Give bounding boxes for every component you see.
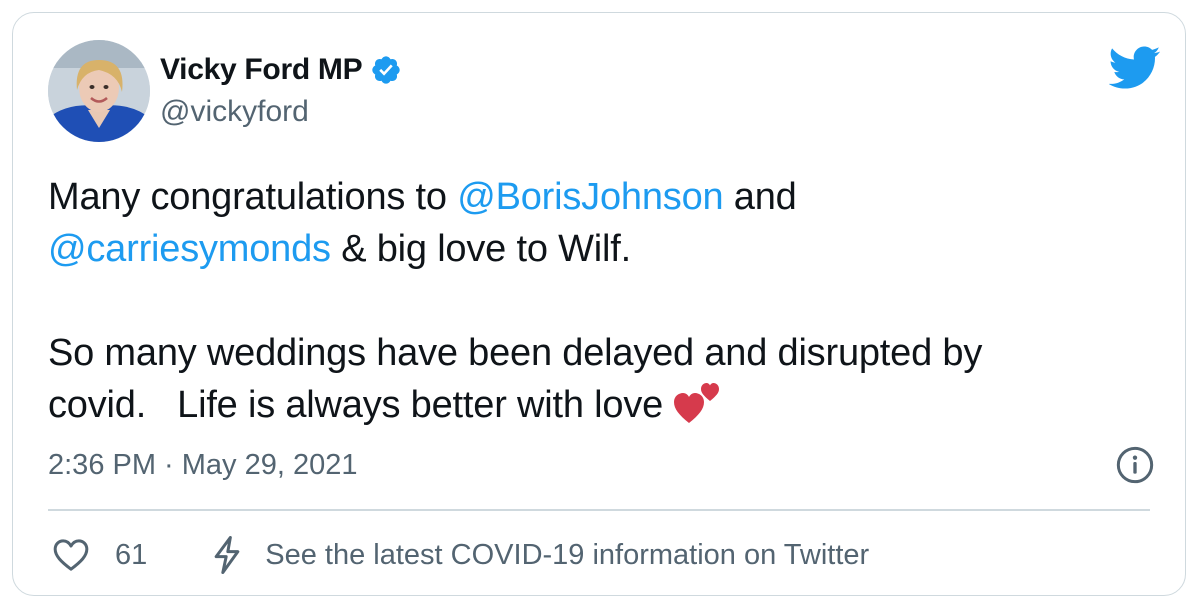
- divider: [48, 509, 1150, 511]
- tweet-line-4: covid. Life is always better with love: [48, 379, 1158, 431]
- tweet-text-segment: & big love to Wilf.: [330, 228, 631, 270]
- avatar[interactable]: [48, 40, 150, 142]
- like-count[interactable]: 61: [115, 539, 147, 572]
- mention-link-carriesymonds[interactable]: @carriesymonds: [48, 228, 331, 270]
- covid-info-link[interactable]: See the latest COVID-19 information on T…: [265, 539, 869, 572]
- tweet-text-segment: Many congratulations to: [48, 176, 458, 218]
- lightning-bolt-icon[interactable]: [209, 535, 245, 575]
- author-name-row: Vicky Ford MP: [160, 53, 402, 87]
- tweet-line-2: @carriesymonds & big love to Wilf.: [48, 223, 1158, 275]
- tweet-text-segment: covid. Life is always better with love: [48, 384, 674, 426]
- tweet-card: Vicky Ford MP @vickyford Many congratula…: [12, 12, 1186, 596]
- info-icon[interactable]: [1115, 445, 1155, 485]
- twitter-bird-icon[interactable]: [1109, 46, 1161, 90]
- author-handle[interactable]: @vickyford: [160, 95, 309, 129]
- mention-link-borisjohnson[interactable]: @BorisJohnson: [457, 176, 723, 218]
- two-hearts-emoji-icon: [674, 383, 720, 423]
- author-display-name[interactable]: Vicky Ford MP: [160, 53, 363, 87]
- tweet-text-segment: and: [723, 176, 797, 218]
- verified-badge-icon: [372, 56, 400, 84]
- tweet-timestamp[interactable]: 2:36 PM · May 29, 2021: [48, 449, 358, 482]
- heart-outline-icon[interactable]: [51, 535, 91, 575]
- tweet-line-1: Many congratulations to @BorisJohnson an…: [48, 171, 1158, 223]
- tweet-line-3: So many weddings have been delayed and d…: [48, 327, 1158, 379]
- tweet-text-segment: So many weddings have been delayed and d…: [48, 332, 983, 374]
- tweet-text: Many congratulations to @BorisJohnson an…: [48, 171, 1158, 431]
- tweet-actions: 61 See the latest COVID-19 information o…: [51, 533, 869, 577]
